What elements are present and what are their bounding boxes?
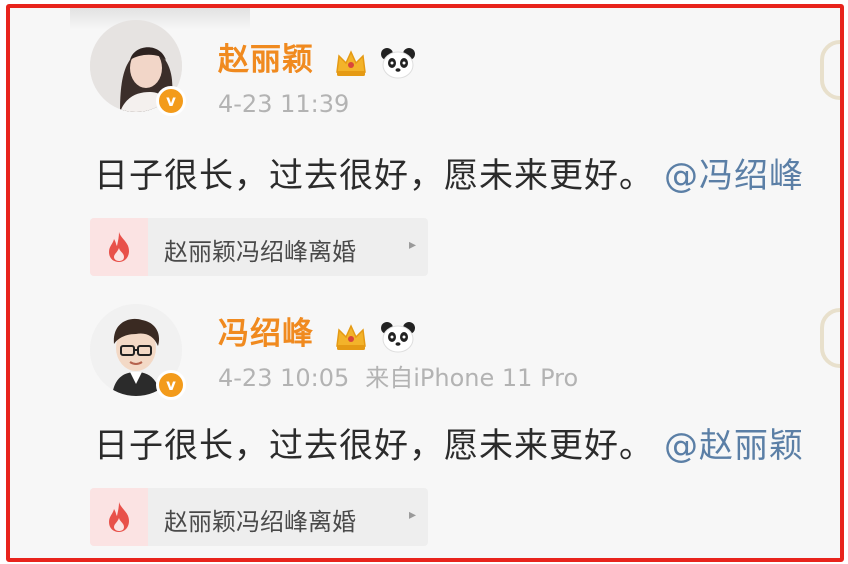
mention-link[interactable]: @赵丽颖 [664, 426, 804, 466]
chevron-right-icon: ▸ [408, 507, 416, 523]
verified-badge-icon: v [156, 86, 186, 116]
topic-label: 赵丽颖冯绍峰离婚 [164, 508, 356, 536]
post-date: 4-23 10:05 [218, 364, 350, 392]
post-text: 日子很长，过去很好，愿未来更好。 [94, 426, 654, 466]
chevron-right-icon: ▸ [408, 237, 416, 253]
avatar[interactable]: v [90, 304, 186, 400]
username[interactable]: 冯绍峰 [218, 308, 416, 354]
topic-label: 赵丽颖冯绍峰离婚 [164, 238, 356, 266]
follow-button-edge[interactable] [820, 308, 840, 368]
post-content: 日子很长，过去很好，愿未来更好。 @赵丽颖 [94, 418, 804, 467]
crown-icon [335, 324, 366, 350]
panda-icon [380, 48, 415, 79]
post-meta: 4-23 11:39 [218, 90, 349, 118]
fire-icon [90, 488, 148, 546]
crown-icon [335, 50, 366, 76]
follow-button-edge[interactable] [820, 40, 840, 100]
panda-icon [380, 322, 415, 353]
username[interactable]: 赵丽颖 [218, 34, 416, 80]
post-date: 4-23 11:39 [218, 90, 350, 118]
post-text: 日子很长，过去很好，愿未来更好。 [94, 156, 654, 196]
user-badges [334, 318, 416, 354]
user-badges [334, 44, 416, 80]
post-device: 来自iPhone 11 Pro [365, 364, 579, 392]
post-content: 日子很长，过去很好，愿未来更好。 @冯绍峰 [94, 148, 804, 197]
verified-badge-icon: v [156, 370, 186, 400]
topic-card[interactable]: 赵丽颖冯绍峰离婚 ▸ [90, 218, 428, 276]
screenshot-frame: v 赵丽颖 4-23 11:39 日子很长，过去很好，愿未来更好。 @冯绍峰 赵… [6, 4, 844, 562]
fire-icon [90, 218, 148, 276]
username-text[interactable]: 冯绍峰 [218, 316, 314, 352]
username-text[interactable]: 赵丽颖 [218, 42, 314, 78]
mention-link[interactable]: @冯绍峰 [664, 156, 804, 196]
avatar[interactable]: v [90, 20, 186, 116]
post-meta: 4-23 10:05 来自iPhone 11 Pro [218, 358, 578, 393]
topic-card[interactable]: 赵丽颖冯绍峰离婚 ▸ [90, 488, 428, 546]
